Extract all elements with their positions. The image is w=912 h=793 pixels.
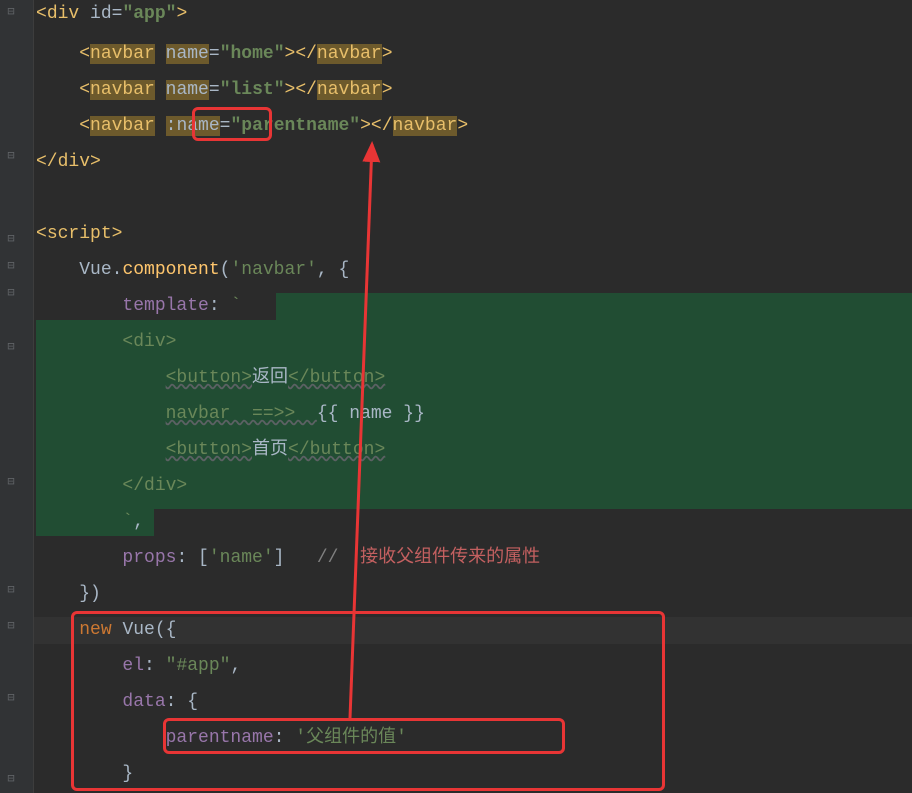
code-line[interactable]: <navbar name="home"></navbar> [36, 41, 393, 68]
editor-gutter: ⊟ ⊟ ⊟ ⊟ ⊟ ⊟ ⊟ ⊟ ⊟ ⊟ ⊟ [0, 0, 34, 793]
code-line[interactable]: </div> [36, 149, 101, 176]
code-line[interactable]: <button>返回</button> [36, 365, 385, 392]
code-line[interactable]: <div> [36, 329, 176, 356]
fold-marker-icon[interactable]: ⊟ [4, 259, 18, 273]
code-line[interactable]: <button>首页</button> [36, 437, 385, 464]
code-line[interactable]: </div> [36, 473, 187, 500]
code-line[interactable]: `, [36, 509, 144, 536]
fold-marker-icon[interactable]: ⊟ [4, 149, 18, 163]
fold-marker-icon[interactable]: ⊟ [4, 691, 18, 705]
fold-marker-icon[interactable]: ⊟ [4, 475, 18, 489]
fold-marker-icon[interactable]: ⊟ [4, 340, 18, 354]
fold-marker-icon[interactable]: ⊟ [4, 5, 18, 19]
fold-marker-icon[interactable]: ⊟ [4, 619, 18, 633]
code-line[interactable]: }) [36, 581, 101, 608]
code-editor[interactable]: <div id="app"> <navbar name="home"></nav… [34, 0, 912, 793]
code-line[interactable]: } [36, 761, 133, 788]
code-line[interactable]: <navbar :name="parentname"></navbar> [36, 113, 468, 140]
fold-marker-icon[interactable]: ⊟ [4, 286, 18, 300]
code-line[interactable]: parentname: '父组件的值' [36, 725, 407, 752]
fold-marker-icon[interactable]: ⊟ [4, 772, 18, 786]
code-line[interactable]: template: ` [36, 293, 241, 320]
code-line[interactable]: data: { [36, 689, 198, 716]
code-line[interactable]: Vue.component('navbar', { [36, 257, 349, 284]
code-line[interactable]: <script> [36, 221, 122, 248]
fold-marker-icon[interactable]: ⊟ [4, 583, 18, 597]
code-line[interactable]: <div id="app"> [36, 1, 187, 28]
code-line[interactable]: props: ['name'] // 接收父组件传来的属性 [36, 545, 540, 572]
code-line[interactable]: el: "#app", [36, 653, 241, 680]
fold-marker-icon[interactable]: ⊟ [4, 232, 18, 246]
code-line[interactable]: <navbar name="list"></navbar> [36, 77, 393, 104]
code-line[interactable]: new Vue({ [36, 617, 176, 644]
code-line[interactable]: navbar ==>> {{ name }} [36, 401, 425, 428]
